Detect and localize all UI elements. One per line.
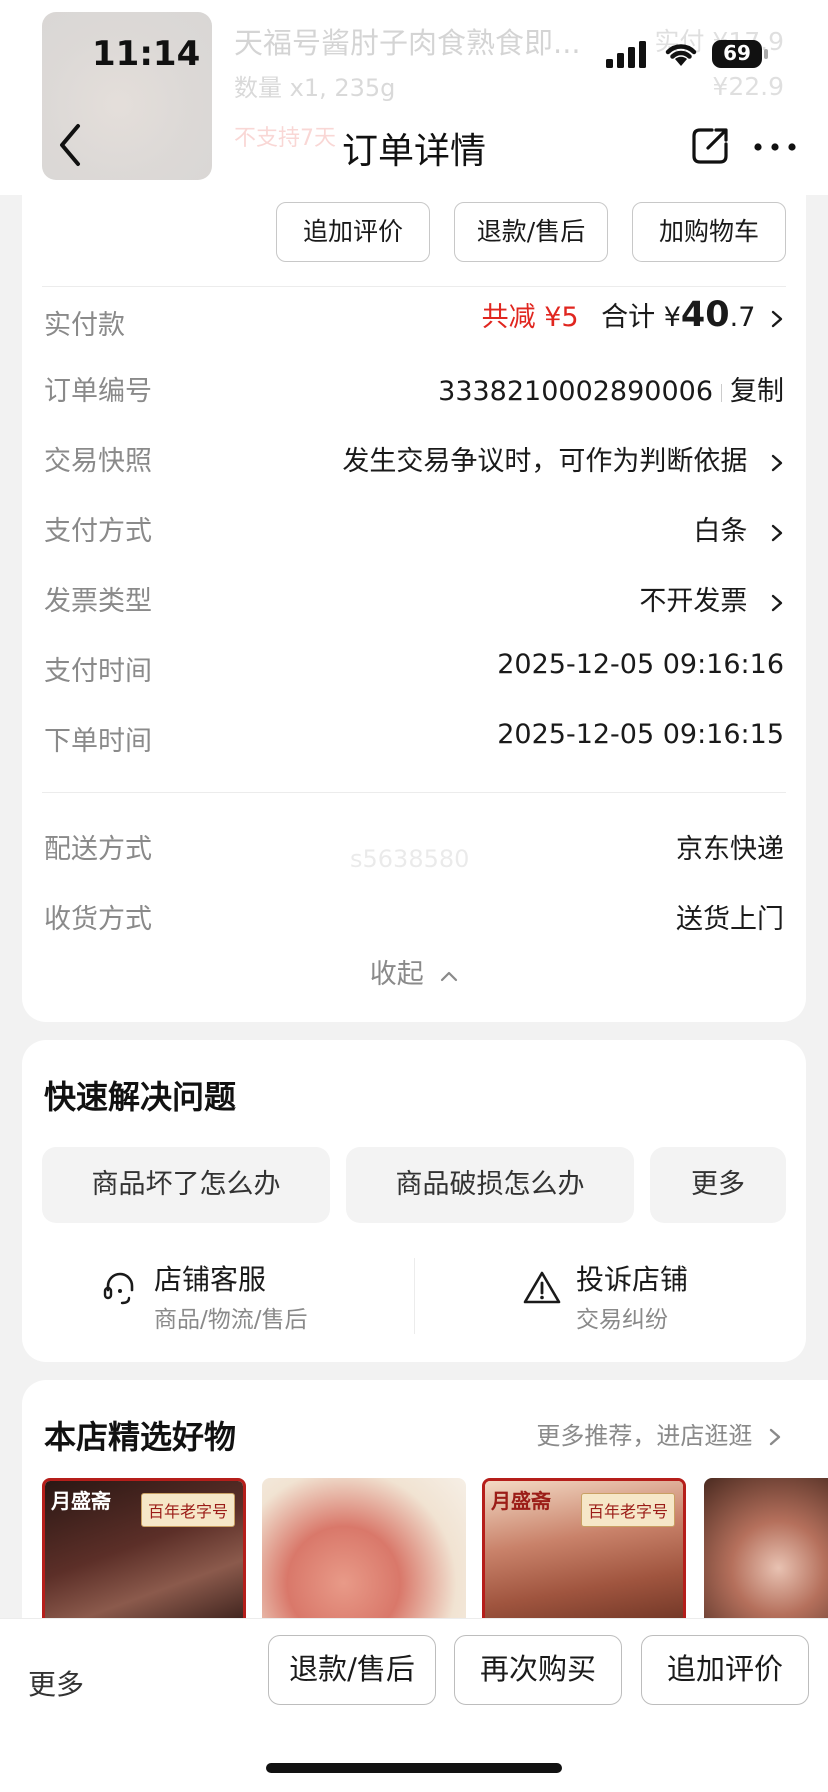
- store-service-title: 店铺客服: [154, 1263, 267, 1296]
- invoice-row[interactable]: 不开发票: [639, 579, 784, 618]
- snapshot-value: 发生交易争议时，可作为判断依据: [342, 446, 748, 477]
- cellular-signal-icon: [606, 41, 646, 68]
- payment-total[interactable]: 共减 ¥5 合计 ¥40.7: [482, 295, 784, 335]
- receive-method-value: 送货上门: [676, 904, 784, 935]
- recommend-title: 本店精选好物: [44, 1418, 237, 1456]
- divider: [414, 1258, 415, 1334]
- complain-store-title: 投诉店铺: [576, 1263, 689, 1296]
- chevron-right-icon: [771, 310, 783, 327]
- chip-item-damaged[interactable]: 商品破损怎么办: [346, 1147, 634, 1223]
- recommend-item[interactable]: [704, 1478, 828, 1628]
- store-service-subtitle: 商品/物流/售后: [154, 1307, 308, 1333]
- payment-method-row[interactable]: 白条: [693, 509, 784, 548]
- chevron-up-icon: [441, 971, 458, 981]
- collapse-button[interactable]: 收起: [22, 952, 806, 991]
- payment-method-label: 支付方式: [44, 516, 152, 547]
- collapse-label: 收起: [369, 959, 424, 990]
- recommend-item[interactable]: [262, 1478, 466, 1628]
- recommend-item[interactable]: 月盛斋 百年老字号: [482, 1478, 686, 1628]
- recommend-brand: 月盛斋: [491, 1489, 551, 1513]
- recommend-badge: 百年老字号: [140, 1493, 235, 1527]
- more-dots-icon[interactable]: [752, 132, 798, 162]
- status-bar: 11:14 69: [0, 0, 828, 100]
- share-icon[interactable]: [690, 126, 730, 166]
- more-link[interactable]: 更多: [28, 1663, 84, 1703]
- recommend-item[interactable]: 月盛斋 百年老字号: [42, 1478, 246, 1628]
- add-to-cart-button[interactable]: 加购物车: [632, 202, 786, 262]
- recommend-card: 本店精选好物 更多推荐，进店逛逛 月盛斋 百年老字号 月盛斋 百年老字号: [22, 1380, 828, 1640]
- order-number-label: 订单编号: [44, 376, 152, 407]
- quick-solve-title: 快速解决问题: [44, 1078, 237, 1116]
- order-number: 3338210002890006 复制: [438, 369, 784, 408]
- bottom-action-bar: 更多 退款/售后 再次购买 追加评价: [0, 1618, 828, 1792]
- discount-amount: 共减 ¥5: [481, 302, 579, 333]
- total-decimal: .7: [729, 302, 756, 333]
- store-link[interactable]: 更多推荐，进店逛逛: [536, 1416, 782, 1451]
- invoice-label: 发票类型: [44, 586, 152, 617]
- snapshot-label: 交易快照: [44, 446, 152, 477]
- chevron-right-icon: [769, 1428, 781, 1446]
- chevron-right-icon: [771, 594, 783, 611]
- recommend-brand: 月盛斋: [51, 1489, 111, 1513]
- recommend-badge: 百年老字号: [580, 1493, 675, 1527]
- pay-time-value: 2025-12-05 09:16:16: [497, 649, 784, 680]
- delivery-method-label: 配送方式: [44, 834, 152, 865]
- order-number-value: 3338210002890006: [438, 376, 713, 407]
- chip-item-broken[interactable]: 商品坏了怎么办: [42, 1147, 330, 1223]
- divider: [42, 792, 786, 793]
- chevron-right-icon: [771, 454, 783, 471]
- quick-solve-card: 快速解决问题 商品坏了怎么办 商品破损怎么办 更多 店铺客服 商品/物流/售后 …: [22, 1040, 806, 1362]
- copy-button[interactable]: 复制: [730, 376, 784, 407]
- chevron-right-icon: [771, 524, 783, 541]
- add-review-button[interactable]: 追加评价: [641, 1635, 809, 1705]
- status-time: 11:14: [92, 34, 201, 74]
- store-service-button[interactable]: 店铺客服 商品/物流/售后: [100, 1258, 400, 1338]
- order-detail-card: 追加评价 退款/售后 加购物车 实付款 共减 ¥5 合计 ¥40.7 订单编号 …: [22, 195, 806, 1022]
- chip-more[interactable]: 更多: [650, 1147, 786, 1223]
- home-indicator: [266, 1763, 562, 1773]
- complain-store-button[interactable]: 投诉店铺 交易纠纷: [522, 1258, 782, 1338]
- pay-time-label: 支付时间: [44, 656, 152, 687]
- warning-icon: [523, 1271, 561, 1304]
- delivery-method-value: 京东快递: [676, 834, 784, 865]
- divider: [42, 286, 786, 287]
- order-time-value: 2025-12-05 09:16:15: [497, 719, 784, 750]
- headset-icon: [103, 1272, 134, 1305]
- order-time-label: 下单时间: [44, 726, 152, 757]
- total-label: 合计 ¥: [601, 302, 681, 333]
- refund-button[interactable]: 退款/售后: [268, 1635, 436, 1705]
- battery-icon: 69: [712, 40, 768, 68]
- complain-store-subtitle: 交易纠纷: [576, 1307, 668, 1333]
- add-review-button[interactable]: 追加评价: [276, 202, 430, 262]
- invoice-value: 不开发票: [639, 586, 748, 617]
- snapshot-row[interactable]: 发生交易争议时，可作为判断依据: [342, 439, 784, 478]
- store-link-label: 更多推荐，进店逛逛: [536, 1422, 753, 1450]
- buy-again-button[interactable]: 再次购买: [454, 1635, 622, 1705]
- total-integer: 40: [680, 295, 730, 335]
- watermark: s5638580: [350, 845, 470, 873]
- battery-level: 69: [723, 41, 751, 65]
- wifi-icon: [665, 44, 697, 66]
- refund-button[interactable]: 退款/售后: [454, 202, 608, 262]
- payment-label: 实付款: [44, 310, 125, 341]
- receive-method-label: 收货方式: [44, 904, 152, 935]
- payment-method-value: 白条: [693, 516, 748, 547]
